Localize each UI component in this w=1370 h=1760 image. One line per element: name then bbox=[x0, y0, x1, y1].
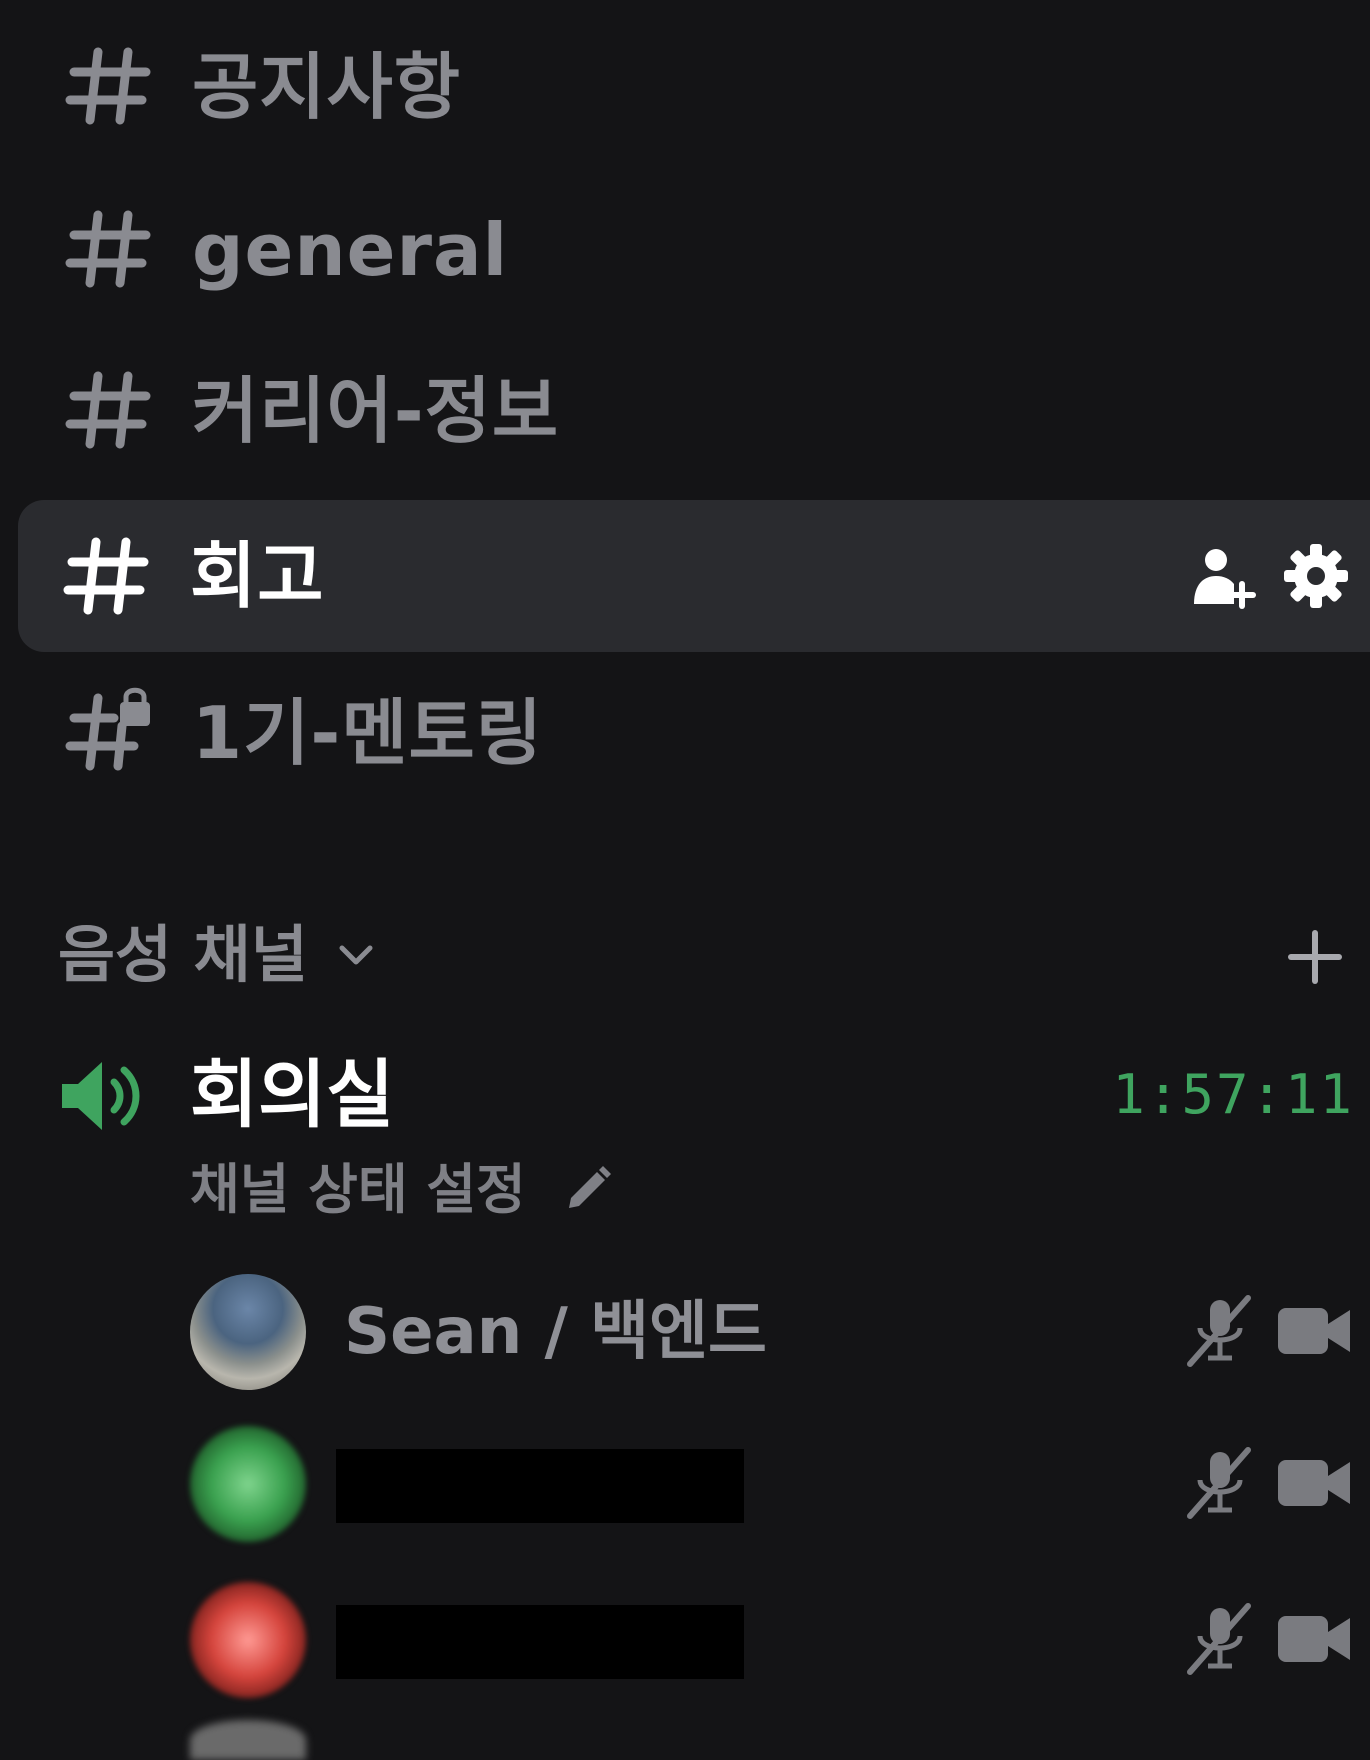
avatar bbox=[190, 1274, 306, 1390]
mic-muted-icon bbox=[1180, 1292, 1258, 1370]
speaker-icon bbox=[60, 1054, 150, 1138]
redacted-name bbox=[336, 1449, 744, 1523]
voice-elapsed-timer: 1:57:11 bbox=[1112, 1063, 1354, 1126]
plus-icon[interactable] bbox=[1283, 925, 1347, 989]
voice-member[interactable] bbox=[0, 1572, 1370, 1702]
mic-muted-icon bbox=[1180, 1444, 1258, 1522]
text-channel-announcements[interactable]: 공지사항 bbox=[20, 12, 1370, 162]
pencil-icon bbox=[559, 1162, 615, 1218]
member-name: Sean / 백엔드 bbox=[344, 1295, 767, 1369]
mic-muted-icon bbox=[1180, 1600, 1258, 1678]
voice-channel-name: 회의실 bbox=[190, 1052, 395, 1138]
category-label: 음성 채널 bbox=[58, 918, 308, 991]
text-channel-retrospective[interactable]: 회고 bbox=[18, 500, 1370, 652]
hash-icon bbox=[62, 530, 152, 620]
text-channel-career-info[interactable]: 커리어-정보 bbox=[20, 336, 1370, 486]
chevron-down-icon bbox=[336, 940, 376, 970]
hash-lock-icon bbox=[64, 686, 154, 776]
voice-channel-meeting-room[interactable]: 회의실 1:57:11 bbox=[0, 1040, 1370, 1150]
redacted-name bbox=[336, 1605, 744, 1679]
voice-category-header[interactable]: 음성 채널 bbox=[0, 900, 1370, 1010]
text-channel-general[interactable]: general bbox=[20, 175, 1370, 325]
set-channel-status[interactable]: 채널 상태 설정 bbox=[190, 1150, 615, 1230]
channel-label: 공지사항 bbox=[192, 45, 461, 129]
channel-label: general bbox=[192, 208, 509, 292]
channel-label: 1기-멘토링 bbox=[192, 691, 543, 775]
text-channel-mentoring[interactable]: 1기-멘토링 bbox=[20, 658, 1370, 808]
avatar bbox=[190, 1426, 306, 1542]
hash-icon bbox=[64, 203, 154, 293]
camera-icon bbox=[1276, 1452, 1352, 1514]
avatar bbox=[190, 1582, 306, 1698]
channel-sidebar: 공지사항 general 커리어-정보 회고 1기-멘토링 음성 채널 회의실 … bbox=[0, 0, 1370, 1760]
channel-label: 회고 bbox=[190, 534, 325, 618]
hash-icon bbox=[64, 364, 154, 454]
voice-member[interactable]: Sean / 백엔드 bbox=[0, 1264, 1370, 1394]
gear-icon[interactable] bbox=[1280, 540, 1352, 612]
hash-icon bbox=[64, 40, 154, 130]
channel-status-label: 채널 상태 설정 bbox=[190, 1158, 526, 1221]
channel-label: 커리어-정보 bbox=[192, 369, 560, 453]
avatar bbox=[190, 1720, 306, 1760]
camera-icon bbox=[1276, 1300, 1352, 1362]
invite-member-icon[interactable] bbox=[1186, 540, 1258, 612]
voice-member[interactable] bbox=[0, 1416, 1370, 1546]
camera-icon bbox=[1276, 1608, 1352, 1670]
